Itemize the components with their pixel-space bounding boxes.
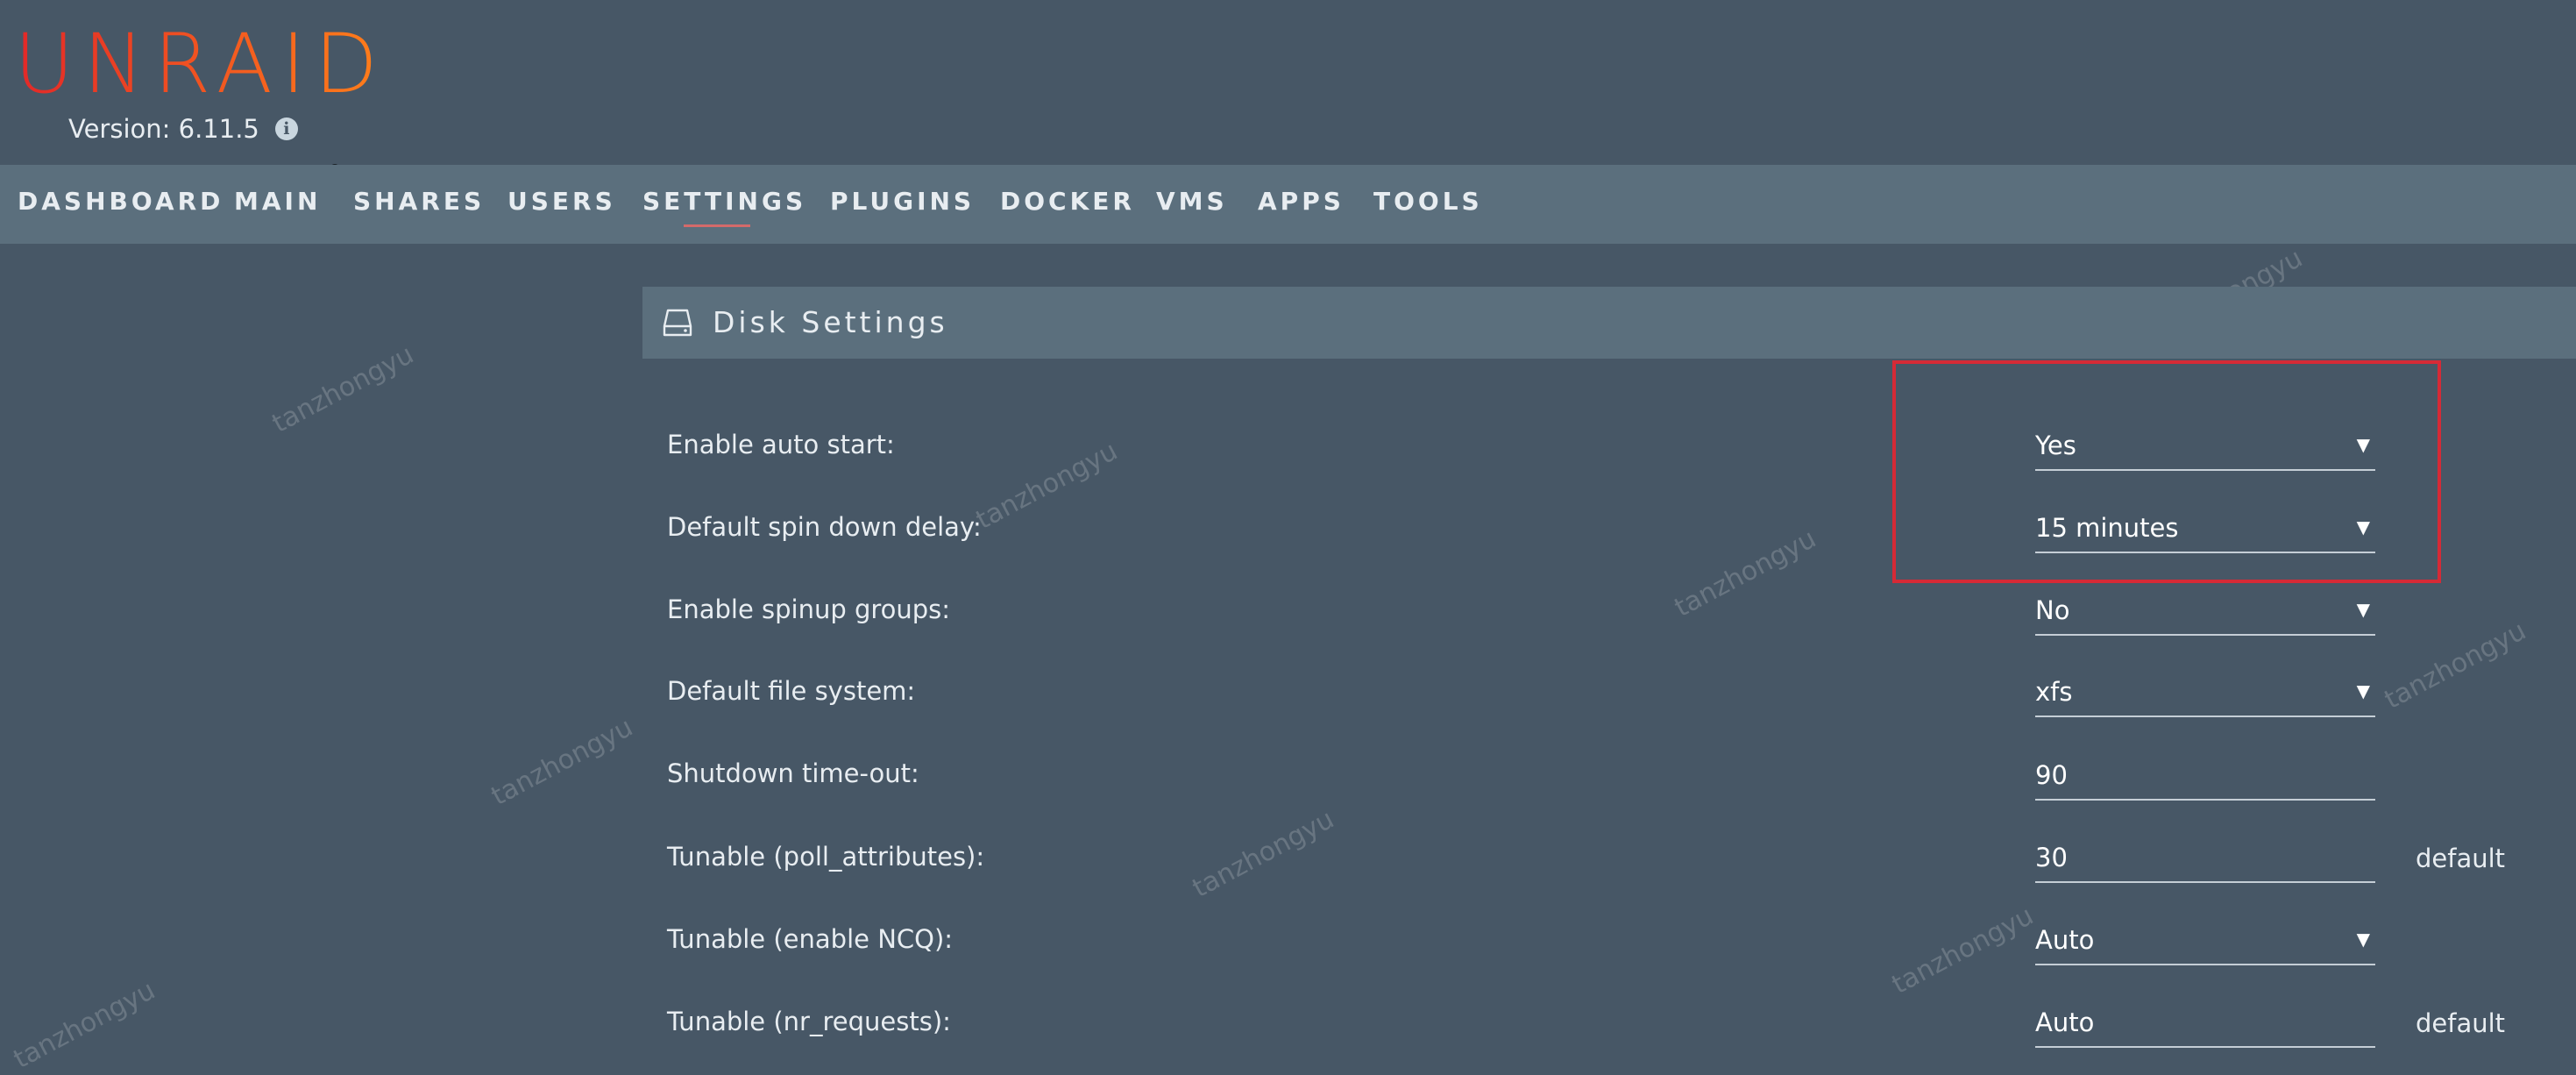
label-enable-spinup-groups: Enable spinup groups: [667, 594, 951, 624]
watermark: tanzhongyu [267, 338, 419, 439]
default-hint: default [2416, 1008, 2506, 1038]
caret-down-icon: ▼ [2356, 599, 2370, 620]
label-tunable-poll-attributes: Tunable (poll_attributes): [667, 842, 985, 872]
nav-dashboard[interactable]: DASHBOARD [18, 165, 224, 244]
watermark: tanzhongyu [1887, 900, 2039, 1000]
label-tunable-nr-requests: Tunable (nr_requests): [667, 1007, 951, 1036]
label-enable-auto-start: Enable auto start: [667, 430, 895, 459]
input-tunable-poll-attributes[interactable]: 30 [2035, 837, 2375, 883]
main-nav: DASHBOARD MAIN SHARES USERS SETTINGS PLU… [0, 165, 2576, 244]
nav-apps[interactable]: APPS [1258, 165, 1345, 244]
header: UNRAID Version: 6.11.5 i [0, 0, 2576, 165]
nav-vms[interactable]: VMS [1156, 165, 1228, 244]
watermark: tanzhongyu [1188, 803, 1339, 904]
nav-shares[interactable]: SHARES [353, 165, 485, 244]
input-shutdown-time-out[interactable]: 90 [2035, 755, 2375, 801]
label-default-file-system: Default file system: [667, 676, 916, 706]
label-tunable-enable-ncq: Tunable (enable NCQ): [667, 924, 954, 954]
watermark: tanzhongyu [971, 435, 1123, 536]
nav-users[interactable]: USERS [507, 165, 616, 244]
nav-plugins[interactable]: PLUGINS [830, 165, 975, 244]
nav-settings[interactable]: SETTINGS [642, 165, 806, 244]
disk-settings-header: Disk Settings [642, 287, 2576, 359]
watermark: tanzhongyu [1670, 523, 1821, 623]
nav-docker[interactable]: DOCKER [1000, 165, 1135, 244]
nav-main[interactable]: MAIN [234, 165, 321, 244]
select-enable-spinup-groups[interactable]: No ▼ [2035, 590, 2375, 636]
active-tab-indicator [684, 224, 750, 227]
watermark: tanzhongyu [2380, 615, 2531, 715]
caret-down-icon: ▼ [2356, 929, 2370, 950]
unraid-logo[interactable]: UNRAID [14, 21, 387, 109]
select-tunable-enable-ncq[interactable]: Auto ▼ [2035, 920, 2375, 965]
input-tunable-nr-requests[interactable]: Auto [2035, 1002, 2375, 1048]
caret-down-icon: ▼ [2356, 680, 2370, 701]
panel-title: Disk Settings [713, 305, 948, 339]
label-shutdown-time-out: Shutdown time-out: [667, 758, 919, 788]
highlight-annotation-box [1892, 360, 2441, 583]
nav-tools[interactable]: TOOLS [1373, 165, 1483, 244]
version-label: Version: 6.11.5 [68, 114, 259, 144]
info-icon[interactable]: i [274, 117, 298, 140]
watermark: tanzhongyu [486, 711, 638, 812]
select-default-file-system[interactable]: xfs ▼ [2035, 672, 2375, 717]
label-default-spin-down-delay: Default spin down delay: [667, 512, 982, 542]
watermark: tanzhongyu [9, 974, 160, 1075]
version-info: Version: 6.11.5 i [68, 114, 298, 144]
hard-disk-icon [663, 309, 692, 337]
default-hint: default [2416, 844, 2506, 873]
